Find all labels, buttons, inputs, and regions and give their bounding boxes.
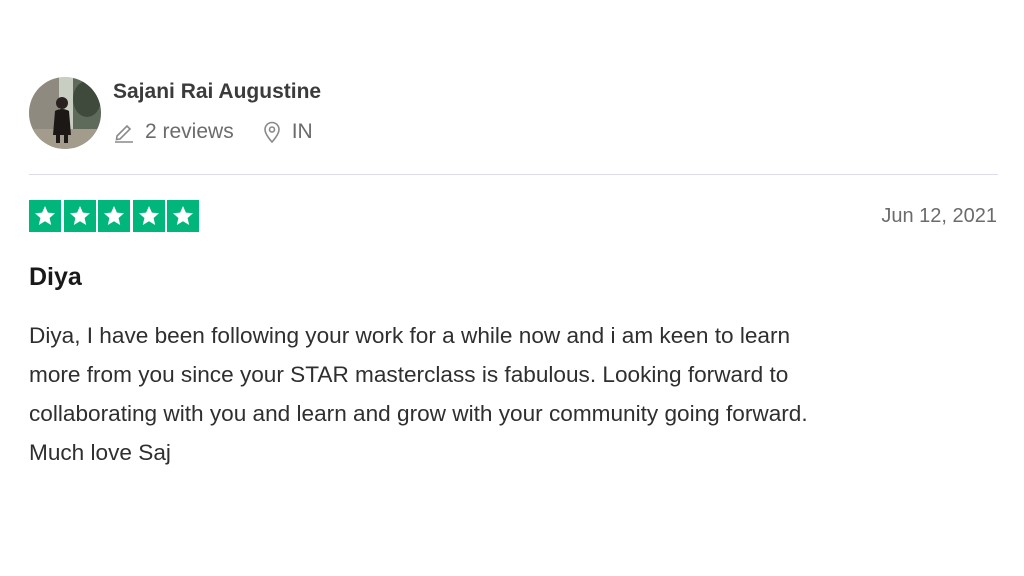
country-group: IN [262,120,313,144]
star-4 [132,200,165,232]
review-body-line: more from you since your STAR masterclas… [29,362,789,387]
pencil-icon [113,121,135,143]
review-body: Diya, I have been following your work fo… [29,316,1009,472]
review-body-line: collaborating with you and learn and gro… [29,401,808,426]
reviews-count: 2 reviews [145,120,234,143]
avatar-photo [29,77,101,149]
reviewer-name[interactable]: Sajani Rai Augustine [113,80,321,104]
star-2 [63,200,96,232]
location-pin-icon [262,121,282,143]
star-5 [167,200,199,232]
review-title[interactable]: Diya [29,263,82,292]
star-icon [104,206,124,225]
star-1 [29,200,61,232]
star-icon [35,206,55,225]
reviewer-country: IN [291,120,313,143]
review-date: Jun 12, 2021 [881,205,997,227]
star-3 [98,200,130,232]
reviewer-meta: 2 reviews IN [113,118,313,146]
star-rating [29,200,202,232]
star-icon [173,206,193,225]
star-icon [138,206,159,225]
review-body-line: Much love Saj [29,440,171,465]
star-icon [69,206,90,225]
review-card: Sajani Rai Augustine 2 reviews IN Jun 12… [0,0,1024,576]
reviews-count-group: 2 reviews [113,120,234,144]
review-body-line: Diya, I have been following your work fo… [29,323,791,348]
divider [29,174,998,175]
avatar[interactable] [29,77,101,149]
